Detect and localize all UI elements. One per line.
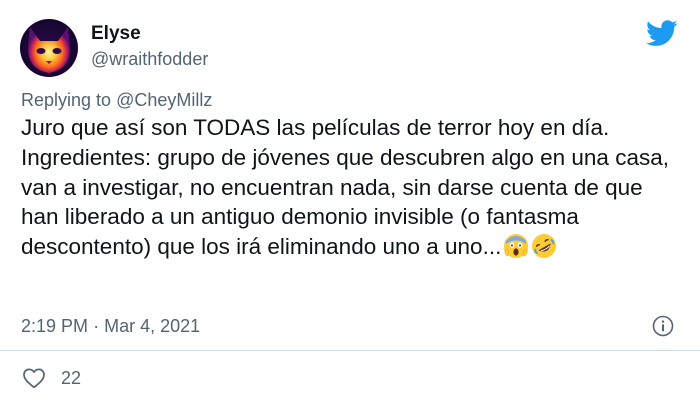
user-handle[interactable]: @wraithfodder bbox=[91, 48, 208, 70]
info-icon[interactable] bbox=[652, 315, 674, 337]
meta-separator: · bbox=[93, 316, 100, 336]
tweet-date: Mar 4, 2021 bbox=[104, 316, 201, 336]
replying-to-prefix: Replying to bbox=[21, 90, 112, 110]
tweet-text: Juro que así son TODAS las películas de … bbox=[21, 113, 686, 262]
tweet-timestamp[interactable]: 2:19 PM · Mar 4, 2021 bbox=[21, 315, 200, 337]
tweet-card: Elyse @wraithfodder Replying to @CheyMil… bbox=[0, 0, 700, 403]
avatar[interactable] bbox=[20, 19, 78, 77]
like-count: 22 bbox=[61, 368, 82, 388]
twitter-bird-icon[interactable] bbox=[646, 20, 678, 47]
replying-to: Replying to @CheyMillz bbox=[21, 88, 212, 112]
tweet-time: 2:19 PM bbox=[21, 316, 89, 336]
face-screaming-in-fear-icon bbox=[503, 233, 529, 259]
tweet-body: Juro que así son TODAS las películas de … bbox=[21, 115, 669, 260]
avatar-thermal-cat-image bbox=[20, 19, 78, 77]
replying-to-mention[interactable]: @CheyMillz bbox=[116, 90, 212, 110]
heart-icon[interactable] bbox=[22, 367, 46, 389]
display-name[interactable]: Elyse bbox=[91, 23, 141, 45]
rolling-on-the-floor-laughing-icon bbox=[531, 233, 557, 259]
divider bbox=[0, 350, 700, 351]
